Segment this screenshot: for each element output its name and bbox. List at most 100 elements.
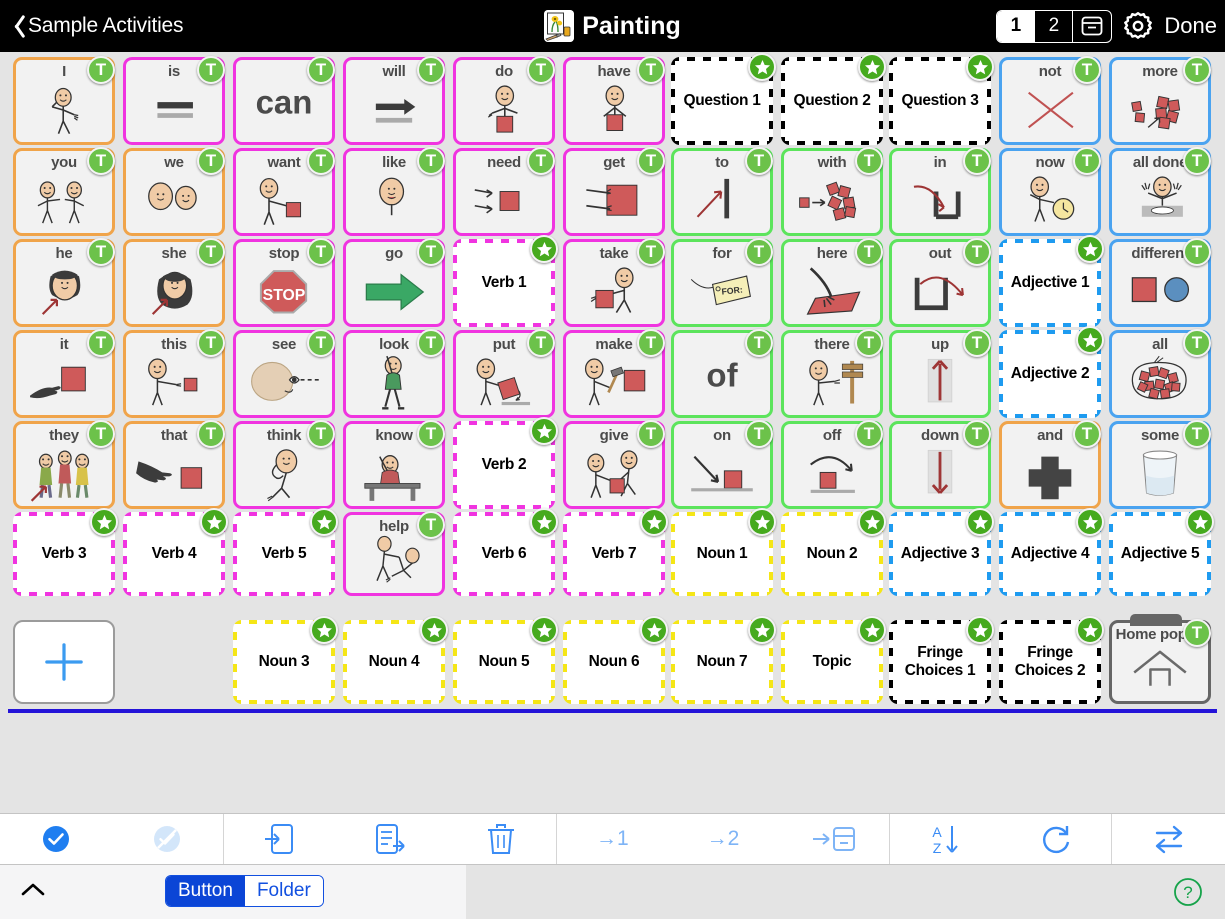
grid-button-adjective-2[interactable]: Adjective 2 bbox=[999, 326, 1104, 418]
grid-button-have[interactable]: have T bbox=[563, 56, 665, 145]
grid-button-help[interactable]: help T bbox=[343, 511, 445, 596]
sort-az-button[interactable]: AZ bbox=[890, 813, 1001, 865]
grid-button-for[interactable]: for FOR: T bbox=[671, 238, 773, 327]
grid-button-like[interactable]: like T bbox=[343, 147, 445, 236]
grid-button-down[interactable]: down T bbox=[889, 420, 991, 509]
grid-button-to[interactable]: to T bbox=[671, 147, 773, 236]
grid-button-make[interactable]: make T bbox=[563, 329, 665, 418]
eye-see-icon bbox=[236, 353, 332, 413]
grid-button-it[interactable]: it T bbox=[13, 329, 115, 418]
grid-button-adjective-5[interactable]: Adjective 5 bbox=[1109, 508, 1214, 596]
back-button[interactable]: Sample Activities bbox=[0, 12, 184, 40]
grid-button-now[interactable]: now T bbox=[999, 147, 1101, 236]
grid-button-verb-1[interactable]: Verb 1 bbox=[453, 235, 558, 327]
move-to-page-1-button[interactable]: →1 bbox=[557, 813, 668, 865]
page-seg-2[interactable]: 2 bbox=[1035, 10, 1074, 42]
grid-button-noun-4[interactable]: Noun 4 bbox=[343, 616, 448, 704]
move-to-page-2-button[interactable]: →2 bbox=[668, 813, 779, 865]
grid-button-noun-3[interactable]: Noun 3 bbox=[233, 616, 338, 704]
toggle-option-button[interactable]: Button bbox=[166, 876, 245, 906]
refresh-button[interactable] bbox=[1001, 813, 1112, 865]
grid-button-go[interactable]: go T bbox=[343, 238, 445, 327]
grid-button-verb-3[interactable]: Verb 3 bbox=[13, 508, 118, 596]
grid-button-stop[interactable]: stop STOP T bbox=[233, 238, 335, 327]
grid-button-verb-4[interactable]: Verb 4 bbox=[123, 508, 228, 596]
grid-button-off[interactable]: off T bbox=[781, 420, 883, 509]
move-to-archive-button[interactable] bbox=[778, 813, 889, 865]
grid-button-verb-5[interactable]: Verb 5 bbox=[233, 508, 338, 596]
grid-button-some[interactable]: some T bbox=[1109, 420, 1211, 509]
grid-button-think[interactable]: think T bbox=[233, 420, 335, 509]
grid-button-all-done[interactable]: all done T bbox=[1109, 147, 1211, 236]
grid-button-fringe-choices-2[interactable]: Fringe Choices 2 bbox=[999, 616, 1104, 704]
page-segmented-control[interactable]: 12 bbox=[996, 9, 1113, 43]
done-button[interactable]: Done bbox=[1164, 13, 1217, 39]
grid-button-verb-2[interactable]: Verb 2 bbox=[453, 417, 558, 509]
grid-button-know[interactable]: know T bbox=[343, 420, 445, 509]
grid-button-noun-5[interactable]: Noun 5 bbox=[453, 616, 558, 704]
grid-button-home-popup[interactable]: Home popup T bbox=[1109, 614, 1211, 704]
grid-button-adjective-1[interactable]: Adjective 1 bbox=[999, 235, 1104, 327]
grid-button-want[interactable]: want T bbox=[233, 147, 335, 236]
grid-button-noun-6[interactable]: Noun 6 bbox=[563, 616, 668, 704]
grid-button-take[interactable]: take T bbox=[563, 238, 665, 327]
grid-button-give[interactable]: give T bbox=[563, 420, 665, 509]
chevron-up-icon[interactable] bbox=[20, 881, 46, 899]
grid-button-up[interactable]: up T bbox=[889, 329, 991, 418]
grid-button-do[interactable]: do T bbox=[453, 56, 555, 145]
grid-button-not[interactable]: not T bbox=[999, 56, 1101, 145]
grid-button-question-2[interactable]: Question 2 bbox=[781, 53, 886, 145]
grid-button-i[interactable]: IT bbox=[13, 56, 115, 145]
grid-button-can[interactable]: can T bbox=[233, 56, 335, 145]
deselect-button[interactable] bbox=[112, 813, 224, 865]
grid-button-there[interactable]: there T bbox=[781, 329, 883, 418]
grid-button-you[interactable]: you T bbox=[13, 147, 115, 236]
grid-button-is[interactable]: is T bbox=[123, 56, 225, 145]
grid-button-in[interactable]: in T bbox=[889, 147, 991, 236]
grid-button-need[interactable]: need T bbox=[453, 147, 555, 236]
page-seg-1[interactable]: 1 bbox=[997, 10, 1036, 42]
add-button[interactable] bbox=[13, 620, 115, 704]
grid-button-we[interactable]: we T bbox=[123, 147, 225, 236]
grid-button-all[interactable]: all T bbox=[1109, 329, 1211, 418]
grid-button-this[interactable]: this T bbox=[123, 329, 225, 418]
grid-button-question-3[interactable]: Question 3 bbox=[889, 53, 994, 145]
grid-button-out[interactable]: out T bbox=[889, 238, 991, 327]
grid-button-see[interactable]: see T bbox=[233, 329, 335, 418]
grid-button-they[interactable]: they T bbox=[13, 420, 115, 509]
import-button[interactable] bbox=[224, 813, 335, 865]
grid-button-question-1[interactable]: Question 1 bbox=[671, 53, 776, 145]
grid-button-topic[interactable]: Topic bbox=[781, 616, 886, 704]
button-folder-toggle[interactable]: Button Folder bbox=[165, 875, 324, 907]
grid-button-fringe-choices-1[interactable]: Fringe Choices 1 bbox=[889, 616, 994, 704]
select-all-button[interactable] bbox=[0, 813, 112, 865]
toggle-option-folder[interactable]: Folder bbox=[244, 876, 323, 906]
grid-button-will[interactable]: will T bbox=[343, 56, 445, 145]
grid-button-here[interactable]: here T bbox=[781, 238, 883, 327]
grid-button-that[interactable]: that T bbox=[123, 420, 225, 509]
grid-button-look[interactable]: look T bbox=[343, 329, 445, 418]
grid-button-of[interactable]: of T bbox=[671, 329, 773, 418]
grid-button-adjective-3[interactable]: Adjective 3 bbox=[889, 508, 994, 596]
grid-button-put[interactable]: put T bbox=[453, 329, 555, 418]
grid-button-noun-1[interactable]: Noun 1 bbox=[671, 508, 776, 596]
grid-button-on[interactable]: on T bbox=[671, 420, 773, 509]
page-seg-archive-box-icon[interactable] bbox=[1073, 11, 1111, 42]
delete-button[interactable] bbox=[445, 813, 556, 865]
grid-button-adjective-4[interactable]: Adjective 4 bbox=[999, 508, 1104, 596]
grid-button-different[interactable]: different T bbox=[1109, 238, 1211, 327]
grid-button-noun-2[interactable]: Noun 2 bbox=[781, 508, 886, 596]
grid-button-verb-6[interactable]: Verb 6 bbox=[453, 508, 558, 596]
grid-button-and[interactable]: and T bbox=[999, 420, 1101, 509]
gear-icon[interactable] bbox=[1121, 9, 1155, 43]
grid-button-he[interactable]: he T bbox=[13, 238, 115, 327]
help-circle-icon[interactable]: ? bbox=[1173, 877, 1203, 907]
grid-button-with[interactable]: with T bbox=[781, 147, 883, 236]
grid-button-more[interactable]: more T bbox=[1109, 56, 1211, 145]
grid-button-noun-7[interactable]: Noun 7 bbox=[671, 616, 776, 704]
grid-button-she[interactable]: she T bbox=[123, 238, 225, 327]
grid-button-verb-7[interactable]: Verb 7 bbox=[563, 508, 668, 596]
export-button[interactable] bbox=[335, 813, 446, 865]
grid-button-get[interactable]: get T bbox=[563, 147, 665, 236]
swap-button[interactable] bbox=[1112, 813, 1225, 865]
